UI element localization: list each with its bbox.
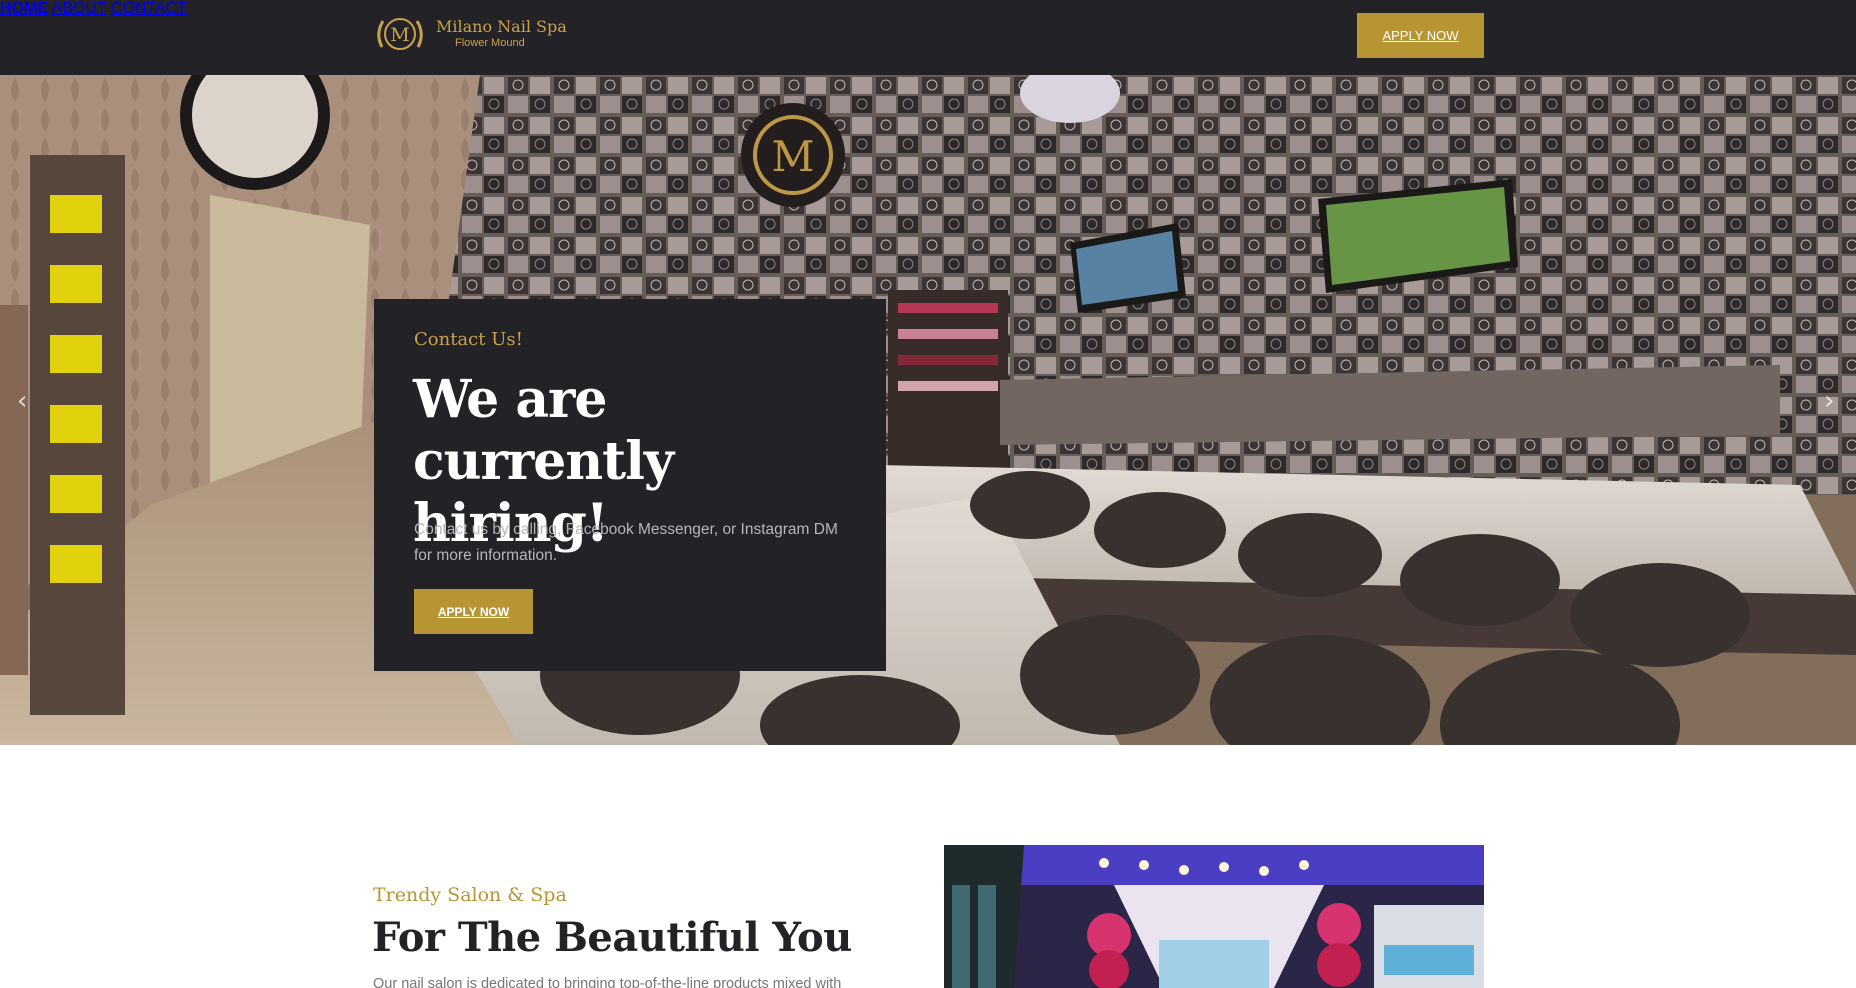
nav-item-home[interactable]: HOME (0, 0, 48, 17)
monogram-logo-icon: M (377, 18, 423, 50)
intro-eyebrow: Trendy Salon & Spa (373, 884, 567, 906)
intro-description: Our nail salon is dedicated to bringing … (373, 976, 842, 988)
hero-slider: M ‹ › (0, 75, 1856, 745)
nav-item-contact[interactable]: CONTACT (111, 0, 187, 17)
brand-location: Flower Mound (455, 37, 525, 49)
brand-name: Milano Nail Spa (436, 17, 567, 36)
nav-item-about[interactable]: ABOUT (52, 0, 107, 17)
hiring-card: Contact Us! We are currently hiring! Con… (374, 299, 886, 671)
chevron-left-icon[interactable]: ‹ (17, 386, 27, 416)
chevron-right-icon[interactable]: › (1824, 386, 1834, 416)
brand-logo[interactable]: M Milano Nail Spa Flower Mound (373, 13, 567, 55)
card-apply-now-button[interactable]: APPLY NOW (414, 589, 533, 634)
card-description: Contact us by calling, Facebook Messenge… (414, 521, 838, 564)
intro-title: For The Beautiful You (372, 914, 852, 961)
salon-interior-photo: M (0, 75, 1856, 745)
logo-monogram-letter: M (390, 24, 409, 46)
top-navbar: M Milano Nail Spa Flower Mound HOME ABOU… (0, 0, 1856, 75)
salon-storefront-photo (944, 845, 1484, 988)
apply-now-button[interactable]: APPLY NOW (1357, 13, 1484, 58)
card-eyebrow: Contact Us! (414, 329, 523, 350)
